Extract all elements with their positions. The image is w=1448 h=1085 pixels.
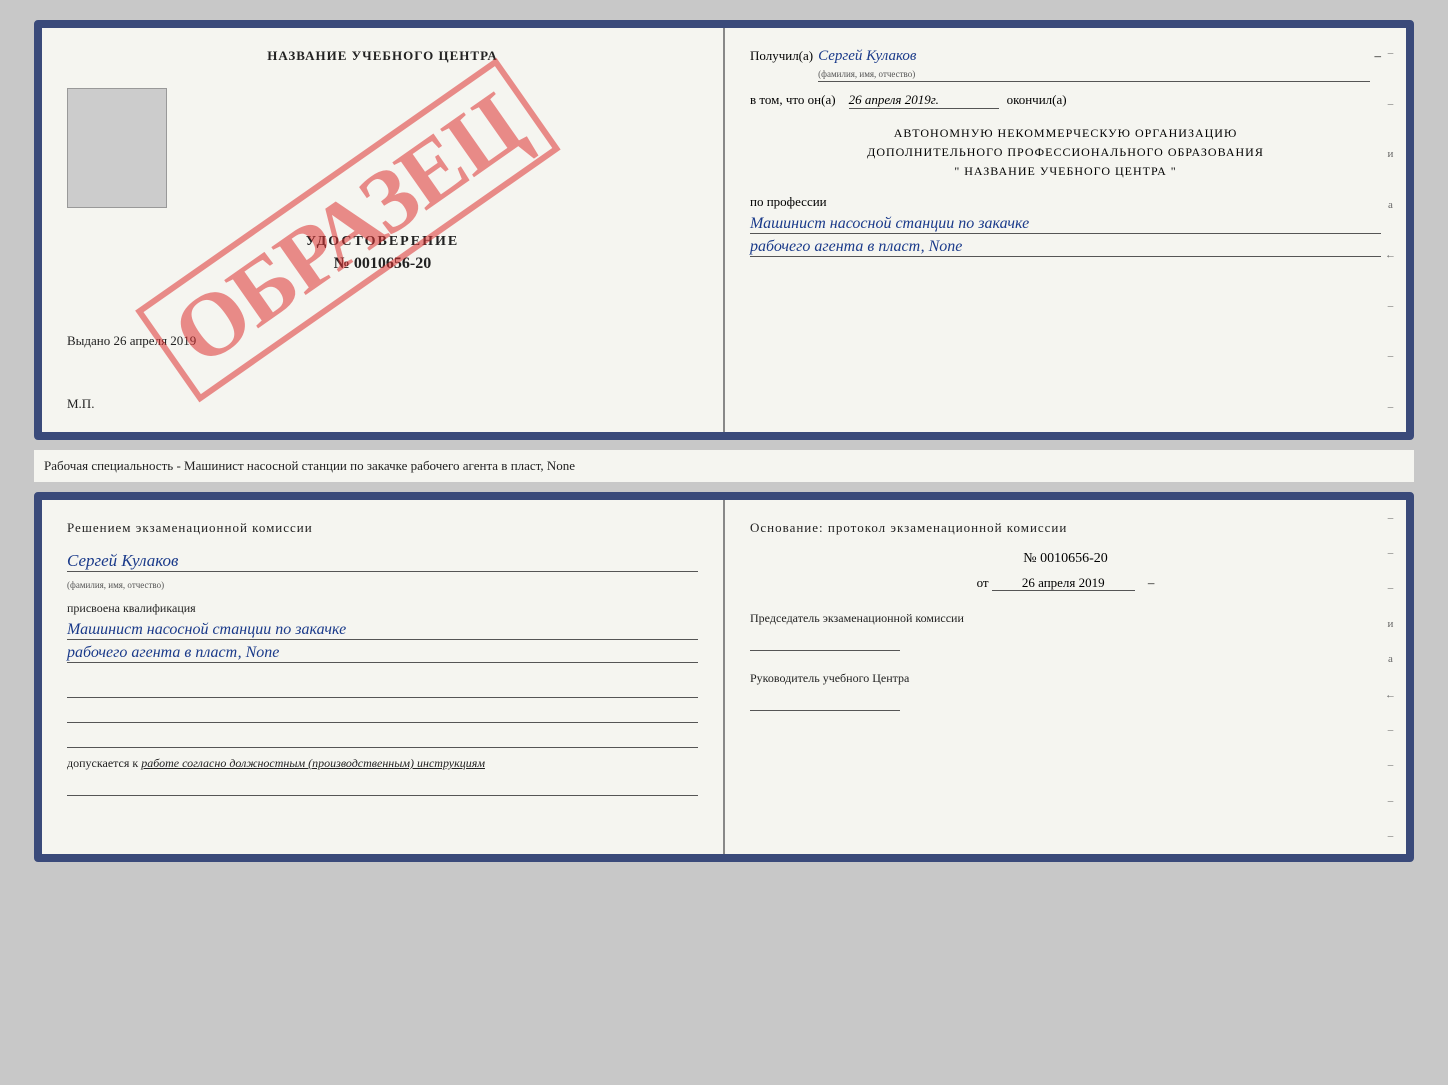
bottom-right-dashes: – – – и а ← – – – – [1383,500,1398,854]
top-doc-right: Получил(a) Сергей Кулаков (фамилия, имя,… [725,28,1406,432]
vtom-label: в том, что он(а) [750,92,836,108]
okonchil-label: окончил(а) [1007,92,1067,108]
rukovoditel-podpis-line [750,691,900,711]
poluchil-label: Получил(a) [750,48,813,64]
dopuskaetsya-prefix: допускается к [67,756,138,770]
poluchil-name-field: Сергей Кулаков (фамилия, имя, отчество) [818,48,1369,82]
qualification-line2: рабочего агента в пласт, None [67,644,698,663]
udostoverenie-num: № 0010656-20 [67,255,698,273]
prisvoena-label: присвоена квалификация [67,601,698,616]
familiya-hint: (фамилия, имя, отчество) [818,69,915,79]
ot-dash: – [1148,575,1155,590]
bottom-doc-right: Основание: протокол экзаменационной коми… [725,500,1406,854]
profession-line2: рабочего агента в пласт, None [750,238,1381,257]
bottom-line-3 [67,728,698,748]
top-document: НАЗВАНИЕ УЧЕБНОГО ЦЕНТРА ОБРАЗЕЦ УДОСТОВ… [34,20,1414,440]
top-doc-left: НАЗВАНИЕ УЧЕБНОГО ЦЕНТРА ОБРАЗЕЦ УДОСТОВ… [42,28,725,432]
page-separator: Рабочая специальность - Машинист насосно… [34,450,1414,482]
vydano-label: Выдано [67,333,110,348]
predsedatel-title: Председатель экзаменационной комиссии [750,611,1381,626]
predsedatel-block: Председатель экзаменационной комиссии [750,611,1381,651]
protocol-date: от 26 апреля 2019 – [750,575,1381,591]
dopuskaetsya-block: допускается к работе согласно должностны… [67,756,698,771]
separator-text: Рабочая специальность - Машинист насосно… [44,458,575,473]
osnov-title: Основание: протокол экзаменационной коми… [750,520,1381,536]
org-block: АВТОНОМНУЮ НЕКОММЕРЧЕСКУЮ ОРГАНИЗАЦИЮ ДО… [750,124,1381,182]
poluchil-line: Получил(a) Сергей Кулаков (фамилия, имя,… [750,48,1381,82]
photo-placeholder [67,88,167,208]
vtom-date: 26 апреля 2019г. [849,92,999,109]
poluchil-name: Сергей Кулаков [818,48,916,64]
vydano-line: Выдано 26 апреля 2019 [67,333,698,349]
dopuskaetsya-italic: работе согласно должностным (производств… [141,756,485,770]
qualification-line1: Машинист насосной станции по закачке [67,621,698,640]
poluchil-dash: – [1375,48,1382,64]
vtom-line: в том, что он(а) 26 апреля 2019г. окончи… [750,92,1381,109]
vydano-date: 26 апреля 2019 [114,333,197,348]
org-line2: ДОПОЛНИТЕЛЬНОГО ПРОФЕССИОНАЛЬНОГО ОБРАЗО… [750,143,1381,162]
bottom-lines [67,678,698,748]
resheniem-title: Решением экзаменационной комиссии [67,520,698,536]
udostoverenie-label: УДОСТОВЕРЕНИЕ [67,234,698,250]
right-dashes: – – и а ← – – – [1383,28,1398,432]
bottom-doc-left: Решением экзаменационной комиссии Сергей… [42,500,725,854]
name-block: Сергей Кулаков (фамилия, имя, отчество) [67,551,698,593]
bottom-familiya-hint: (фамилия, имя, отчество) [67,580,164,590]
rukovoditel-block: Руководитель учебного Центра [750,671,1381,711]
obrazec-watermark: ОБРАЗЕЦ [136,58,562,403]
bottom-line-2 [67,703,698,723]
ot-date: 26 апреля 2019 [992,575,1135,591]
udostoverenie-block: УДОСТОВЕРЕНИЕ № 0010656-20 [67,234,698,273]
bottom-document: Решением экзаменационной комиссии Сергей… [34,492,1414,862]
bottom-line-1 [67,678,698,698]
rukovoditel-title: Руководитель учебного Центра [750,671,1381,686]
bottom-line-4 [67,776,698,796]
protocol-num: № 0010656-20 [750,551,1381,567]
name-cursive: Сергей Кулаков [67,551,698,572]
mp-line: М.П. [67,396,94,412]
profession-line1: Машинист насосной станции по закачке [750,215,1381,234]
ot-label: от [977,575,989,590]
po-professii-label: по профессии [750,194,1381,210]
top-left-center-title: НАЗВАНИЕ УЧЕБНОГО ЦЕНТРА [67,48,698,64]
profession-block: по профессии Машинист насосной станции п… [750,194,1381,257]
org-line1: АВТОНОМНУЮ НЕКОММЕРЧЕСКУЮ ОРГАНИЗАЦИЮ [750,124,1381,143]
predsedatel-podpis-line [750,631,900,651]
org-line3: " НАЗВАНИЕ УЧЕБНОГО ЦЕНТРА " [750,162,1381,181]
